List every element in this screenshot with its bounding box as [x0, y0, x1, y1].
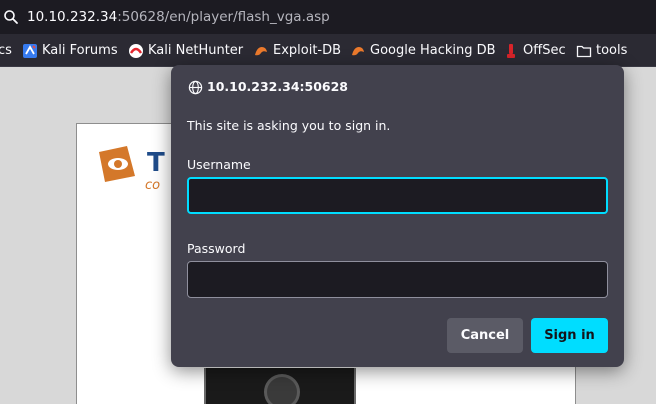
- bookmark-label: cs: [0, 43, 12, 58]
- exploit-db-icon: [255, 47, 267, 56]
- bookmark-label: Kali NetHunter: [148, 43, 244, 58]
- brand-logo-text: T: [147, 148, 165, 178]
- cancel-button[interactable]: Cancel: [447, 318, 523, 353]
- username-label: Username: [187, 157, 251, 172]
- bookmark-label: OffSec: [523, 43, 566, 58]
- brand-logo-icon: [99, 146, 135, 182]
- bookmark-label: Google Hacking DB: [370, 43, 496, 58]
- password-input[interactable]: [187, 261, 608, 298]
- sign-in-button[interactable]: Sign in: [531, 318, 608, 353]
- password-label: Password: [187, 241, 246, 256]
- url-host: 10.10.232.34: [27, 9, 118, 25]
- url-text[interactable]: 10.10.232.34:50628/en/player/flash_vga.a…: [27, 8, 330, 26]
- search-icon: [4, 10, 18, 24]
- username-input[interactable]: [187, 177, 608, 214]
- folder-icon: [576, 45, 592, 58]
- brand-logo-subtext: co: [145, 178, 161, 193]
- kali-nethunter-icon: [129, 44, 143, 58]
- bookmark-label: Kali Forums: [42, 43, 118, 58]
- url-path: :50628/en/player/flash_vga.asp: [117, 9, 330, 25]
- ghdb-icon: [352, 47, 364, 56]
- url-bar[interactable]: 10.10.232.34:50628/en/player/flash_vga.a…: [0, 0, 656, 34]
- kali-forums-icon: [23, 44, 37, 58]
- auth-dialog: 10.10.232.34:50628 This site is asking y…: [171, 65, 624, 367]
- globe-icon: [188, 80, 203, 95]
- dialog-message: This site is asking you to sign in.: [187, 118, 391, 133]
- bookmark-label: Exploit-DB: [273, 43, 342, 58]
- camera-device-image: [204, 368, 356, 404]
- bookmarks-toolbar: cs Kali Forums Kali NetHunter Exploit-DB…: [0, 34, 656, 67]
- dialog-origin: 10.10.232.34:50628: [207, 79, 349, 94]
- camera-lens: [264, 374, 300, 404]
- offsec-icon: [507, 44, 515, 58]
- bookmark-label: tools: [596, 43, 628, 58]
